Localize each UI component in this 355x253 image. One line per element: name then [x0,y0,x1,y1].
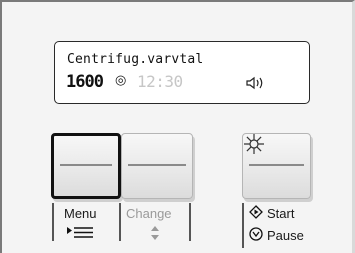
time-value: 12:30 [137,72,183,91]
target-rpm-icon: ◎ [115,72,127,87]
change-divider-right [189,203,191,241]
change-button[interactable] [121,133,193,199]
up-down-arrows-icon [151,226,159,240]
pause-label: Pause [267,228,304,243]
start-icon [249,205,263,219]
start-label: Start [267,206,295,221]
menu-button[interactable] [51,133,121,199]
menu-divider-mid [119,203,121,241]
start-indicator-icon [244,134,264,154]
start-divider [242,203,244,248]
menu-select-icon [67,227,93,238]
control-panel: Centrifug.varvtal 1600 ◎ 12:30 Menu Chan… [0,0,355,253]
start-button-line [249,164,304,166]
change-label: Change [126,206,172,221]
change-button-line [128,164,186,166]
menu-button-line [60,164,112,166]
menu-label: Menu [64,206,97,221]
lcd-display: Centrifug.varvtal 1600 ◎ 12:30 [54,41,310,104]
spin-speed-value: 1600 [66,72,104,92]
program-text: Centrifug.varvtal [67,52,204,67]
pause-icon [249,227,263,241]
menu-divider-left [52,203,54,241]
sound-icon [246,76,263,90]
